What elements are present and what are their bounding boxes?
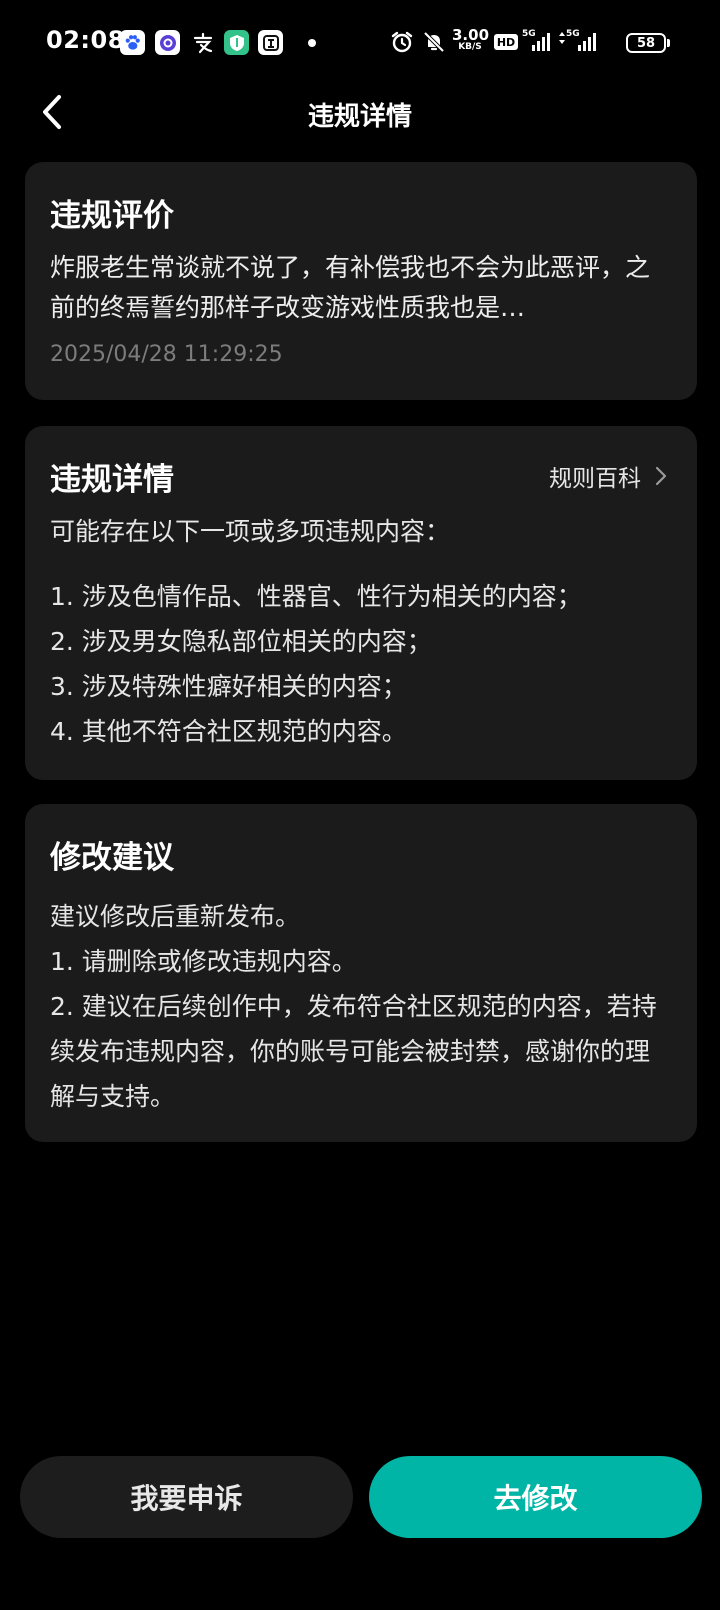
data-transfer-icon xyxy=(558,29,566,48)
list-item: 3. 涉及特殊性癖好相关的内容； xyxy=(50,672,407,701)
details-intro: 可能存在以下一项或多项违规内容： xyxy=(50,517,451,546)
battery-icon: 58 xyxy=(626,33,666,53)
rules-wiki-label: 规则百科 xyxy=(549,466,641,492)
suggestions-card-title: 修改建议 xyxy=(50,840,174,876)
shield-app-icon xyxy=(224,30,249,55)
hd-voice-badge: HD xyxy=(494,34,518,50)
list-item: 2. 涉及男女隐私部位相关的内容； xyxy=(50,627,432,656)
alipay-icon xyxy=(190,30,215,55)
list-item: 1. 涉及色情作品、性器官、性行为相关的内容； xyxy=(50,582,582,611)
list-item: 4. 其他不符合社区规范的内容。 xyxy=(50,717,407,746)
appeal-button[interactable]: 我要申诉 xyxy=(20,1456,353,1538)
edit-button[interactable]: 去修改 xyxy=(369,1456,702,1538)
network-speed: 3.00 KB/S xyxy=(452,26,490,52)
mute-bell-icon xyxy=(422,30,446,58)
details-card-title: 违规详情 xyxy=(50,462,174,498)
suggestions-list: 建议修改后重新发布。 1. 请删除或修改违规内容。 2. 建议在后续创作中，发布… xyxy=(50,894,669,1119)
rules-wiki-link[interactable]: 规则百科 xyxy=(549,459,667,493)
list-item: 1. 请删除或修改违规内容。 xyxy=(50,947,357,976)
battery-level: 58 xyxy=(636,35,656,51)
tieba-icon xyxy=(258,30,283,55)
alarm-icon xyxy=(390,30,414,58)
page-title: 违规详情 xyxy=(307,102,412,132)
violation-details-card: 违规详情 规则百科 可能存在以下一项或多项违规内容： 1. 涉及色情作品、性器官… xyxy=(25,426,697,780)
baidu-paw-icon xyxy=(120,30,145,55)
signal-2-icon xyxy=(576,32,598,56)
review-timestamp: 2025/04/28 11:29:25 xyxy=(50,342,283,367)
battery-tip xyxy=(667,39,670,47)
notification-dot xyxy=(308,39,316,47)
violation-review-card: 违规评价 炸服老生常谈就不说了，有补偿我也不会为此恶评，之前的终焉誓约那样子改变… xyxy=(25,162,697,400)
list-item: 2. 建议在后续创作中，发布符合社区规范的内容，若持续发布违规内容，你的账号可能… xyxy=(50,992,657,1111)
violation-rules-list: 1. 涉及色情作品、性器官、性行为相关的内容； 2. 涉及男女隐私部位相关的内容… xyxy=(50,574,677,754)
suggestions-card: 修改建议 建议修改后重新发布。 1. 请删除或修改违规内容。 2. 建议在后续创… xyxy=(25,804,697,1142)
status-bar: 02:08 3.00 KB/S HD 5G 5G 58 xyxy=(0,0,720,86)
circle-app-icon xyxy=(155,30,180,55)
review-text: 炸服老生常谈就不说了，有补偿我也不会为此恶评，之前的终焉誓约那样子改变游戏性质我… xyxy=(50,253,651,322)
review-card-title: 违规评价 xyxy=(50,198,174,234)
list-item: 建议修改后重新发布。 xyxy=(50,902,301,931)
chevron-right-icon xyxy=(655,466,667,486)
header: 违规详情 xyxy=(0,86,720,138)
status-time: 02:08 xyxy=(46,26,125,54)
signal-1-icon xyxy=(530,32,552,56)
